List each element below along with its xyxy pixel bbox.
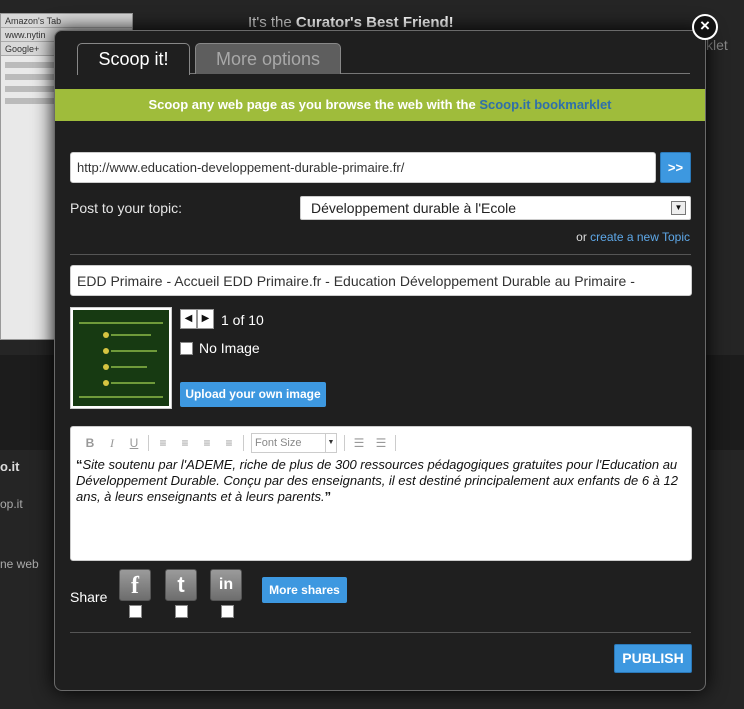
twitter-share-checkbox[interactable] [175, 605, 188, 618]
upload-image-button[interactable]: Upload your own image [180, 382, 326, 407]
linkedin-icon[interactable]: in [210, 569, 242, 601]
topic-selected-value: Développement durable à l'Ecole [311, 200, 517, 216]
topic-select[interactable]: Développement durable à l'Ecole ▼ [300, 196, 691, 220]
background-left-text: o.it [0, 459, 20, 474]
bullet-list-icon[interactable]: ☰ [348, 433, 370, 453]
background-right-text: klet [706, 37, 728, 53]
description-text[interactable]: “Site soutenu par l'ADEME, riche de plus… [76, 457, 686, 505]
divider [70, 632, 691, 633]
share-label: Share [70, 589, 108, 605]
align-right-icon[interactable]: ≡ [196, 433, 218, 453]
background-left-text: ne web [0, 557, 39, 571]
publish-button[interactable]: PUBLISH [614, 644, 692, 673]
chevron-down-icon: ▼ [671, 201, 686, 215]
bookmarklet-link[interactable]: Scoop.it bookmarklet [479, 97, 611, 112]
image-pager: ◀ ▶ [180, 309, 214, 329]
italic-button[interactable]: I [101, 433, 123, 453]
tab-scoop-it[interactable]: Scoop it! [77, 43, 190, 75]
create-topic: or create a new Topic [576, 230, 690, 244]
tab-bar: Scoop it! More options [77, 43, 690, 75]
url-input[interactable] [70, 152, 656, 183]
description-editor[interactable]: B I U ≡ ≡ ≡ ≡ Font Size ▼ ☰ ☰ “Site sout… [70, 426, 692, 561]
title-input[interactable] [70, 265, 692, 296]
editor-toolbar: B I U ≡ ≡ ≡ ≡ Font Size ▼ ☰ ☰ [71, 427, 691, 459]
topic-label: Post to your topic: [70, 200, 183, 216]
numbered-list-icon[interactable]: ☰ [370, 433, 392, 453]
close-button[interactable]: × [692, 14, 718, 40]
facebook-share-checkbox[interactable] [129, 605, 142, 618]
align-center-icon[interactable]: ≡ [174, 433, 196, 453]
background-left-text: op.it [0, 497, 23, 511]
facebook-icon[interactable]: f [119, 569, 151, 601]
linkedin-share-checkbox[interactable] [221, 605, 234, 618]
no-image-checkbox[interactable] [180, 342, 193, 355]
no-image-label: No Image [199, 340, 260, 356]
background-tab: Amazon's Tab [1, 14, 132, 28]
bold-button[interactable]: B [79, 433, 101, 453]
align-left-icon[interactable]: ≡ [152, 433, 174, 453]
next-image-button[interactable]: ▶ [197, 309, 214, 329]
go-button[interactable]: >> [660, 152, 691, 183]
scoop-dialog: Scoop it! More options Scoop any web pag… [54, 30, 706, 691]
previous-image-button[interactable]: ◀ [180, 309, 197, 329]
more-shares-button[interactable]: More shares [262, 577, 347, 603]
create-topic-link[interactable]: create a new Topic [590, 230, 690, 244]
divider [70, 254, 691, 255]
justify-icon[interactable]: ≡ [218, 433, 240, 453]
tab-more-options[interactable]: More options [195, 43, 341, 74]
background-headline: It's the Curator's Best Friend! [248, 14, 454, 31]
image-count: 1 of 10 [221, 312, 264, 328]
underline-button[interactable]: U [123, 433, 145, 453]
bookmarklet-banner: Scoop any web page as you browse the web… [55, 89, 705, 121]
chevron-down-icon: ▼ [325, 434, 336, 452]
twitter-icon[interactable]: t [165, 569, 197, 601]
image-thumbnail [70, 307, 172, 409]
font-size-select[interactable]: Font Size ▼ [251, 433, 337, 453]
